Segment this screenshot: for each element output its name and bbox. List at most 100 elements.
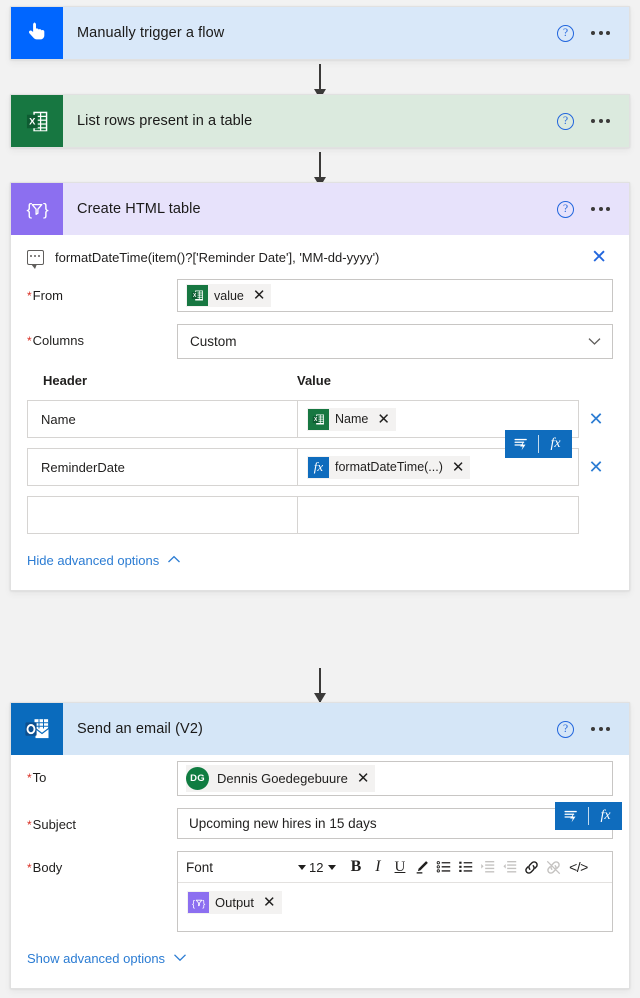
bullet-list-icon[interactable] (433, 855, 454, 880)
more-options-icon[interactable] (588, 721, 613, 737)
more-options-icon[interactable] (588, 201, 613, 217)
card-header-actions: ? (557, 112, 629, 130)
body-editor-wrapper[interactable]: Font 12 B I U </> {} Output ✕ (177, 851, 613, 932)
svg-text:}: } (43, 200, 49, 219)
required-asterisk: * (27, 334, 32, 348)
hide-advanced-options-link[interactable]: Hide advanced options (27, 553, 181, 568)
svg-text:X: X (29, 116, 36, 127)
indent-decrease-icon[interactable] (499, 855, 520, 880)
chevron-down-icon[interactable] (588, 336, 601, 348)
highlight-pen-icon[interactable] (411, 855, 432, 880)
from-input[interactable]: X value ✕ (177, 279, 613, 312)
flow-step-card-create-html-table[interactable]: { } Create HTML table ? formatDateTime(i… (10, 182, 630, 591)
to-input-wrapper[interactable]: DG Dennis Goedegebuure ✕ (177, 761, 613, 796)
field-subject: *Subject Upcoming new hires in 15 days f… (27, 802, 622, 839)
field-columns: *Columns Custom (27, 324, 613, 359)
indent-increase-icon[interactable] (477, 855, 498, 880)
remove-token-icon[interactable]: ✕ (250, 288, 269, 303)
advanced-options-label: Show advanced options (27, 951, 166, 966)
subject-input[interactable]: Upcoming new hires in 15 days (177, 808, 613, 839)
flow-step-card-trigger[interactable]: Manually trigger a flow ? (10, 6, 630, 60)
remove-token-icon[interactable]: ✕ (374, 411, 393, 427)
remove-recipient-icon[interactable]: ✕ (354, 771, 373, 786)
flow-step-card-list-rows[interactable]: X List rows present in a table ? (10, 94, 630, 148)
card-title: Create HTML table (77, 201, 201, 217)
italic-button[interactable]: I (367, 855, 388, 880)
dynamic-content-icon[interactable] (555, 802, 588, 830)
font-size-select[interactable]: 12 (309, 859, 337, 875)
close-icon[interactable]: ✕ (587, 246, 611, 269)
delete-row-icon[interactable]: ✕ (579, 448, 613, 486)
columns-select[interactable]: Custom (177, 324, 613, 359)
more-options-icon[interactable] (588, 113, 613, 129)
grid-cell-header-input[interactable]: Name (27, 400, 297, 438)
card-header[interactable]: Manually trigger a flow ? (11, 7, 629, 59)
expression-fx-icon[interactable]: fx (539, 430, 572, 458)
columns-select-wrapper[interactable]: Custom (177, 324, 613, 359)
chevron-down-icon (328, 864, 337, 870)
flow-step-card-send-email[interactable]: Send an email (V2) ? *To DG Dennis Goede… (10, 702, 630, 989)
excel-icon: X (308, 408, 329, 430)
remove-token-icon[interactable]: ✕ (449, 459, 468, 475)
recipient-token[interactable]: DG Dennis Goedegebuure ✕ (186, 765, 376, 792)
show-advanced-options-link[interactable]: Show advanced options (27, 951, 187, 966)
token-label: Output (215, 895, 255, 910)
link-icon[interactable] (521, 855, 542, 880)
body-content-area[interactable]: { } Output ✕ (178, 883, 612, 931)
bold-button[interactable]: B (345, 855, 366, 880)
rich-text-editor[interactable]: Font 12 B I U </> {} Output ✕ (177, 851, 613, 932)
expression-fx-icon[interactable]: fx (589, 802, 622, 830)
table-row: Name X Name ✕ ✕ fx (27, 400, 613, 458)
flow-designer-canvas: Manually trigger a flow ? X List rows pr… (0, 0, 640, 998)
chevron-up-icon (167, 554, 181, 567)
field-from: *From X value ✕ (27, 279, 613, 312)
token-value[interactable]: X value ✕ (186, 284, 272, 307)
dynamic-content-toolbar[interactable]: fx (505, 430, 572, 458)
dynamic-content-icon[interactable] (505, 430, 538, 458)
underline-button[interactable]: U (389, 855, 410, 880)
delete-row-placeholder (579, 496, 613, 534)
token-formatdatetime[interactable]: fx formatDateTime(...) ✕ (307, 455, 471, 479)
card-header[interactable]: { } Create HTML table ? (11, 183, 629, 235)
expression-preview-row[interactable]: formatDateTime(item()?['Reminder Date'],… (27, 235, 613, 279)
grid-cell-header-input[interactable] (27, 496, 297, 534)
numbered-list-icon[interactable] (455, 855, 476, 880)
font-family-select[interactable]: Font (186, 860, 306, 875)
help-icon[interactable]: ? (557, 24, 574, 42)
help-icon[interactable]: ? (557, 720, 574, 738)
delete-row-icon[interactable]: ✕ (579, 400, 613, 438)
to-input[interactable]: DG Dennis Goedegebuure ✕ (177, 761, 613, 796)
card-header[interactable]: Send an email (V2) ? (11, 703, 629, 755)
grid-cell-header-input[interactable]: ReminderDate (27, 448, 297, 486)
avatar: DG (186, 767, 209, 790)
card-title: Manually trigger a flow (77, 25, 225, 41)
subject-input-wrapper[interactable]: Upcoming new hires in 15 days fx (177, 802, 622, 839)
token-name[interactable]: X Name ✕ (307, 407, 396, 431)
field-label-to: *To (27, 770, 47, 785)
code-view-button[interactable]: </> (565, 855, 591, 880)
field-label-subject: *Subject (27, 817, 77, 832)
excel-icon: X (11, 95, 63, 147)
remove-token-icon[interactable]: ✕ (260, 895, 279, 910)
unlink-icon[interactable] (543, 855, 564, 880)
help-icon[interactable]: ? (557, 200, 574, 218)
card-header[interactable]: X List rows present in a table ? (11, 95, 629, 147)
comment-icon (27, 249, 44, 269)
help-icon[interactable]: ? (557, 112, 574, 130)
more-options-icon[interactable] (588, 25, 613, 41)
required-asterisk: * (27, 289, 32, 303)
create-html-table-body: formatDateTime(item()?['Reminder Date'],… (11, 235, 629, 590)
dynamic-content-toolbar[interactable]: fx (555, 802, 622, 830)
from-input-wrapper[interactable]: X value ✕ (177, 279, 613, 312)
grid-column-headers: Header Value (27, 373, 613, 388)
font-size-value: 12 (309, 859, 324, 875)
token-output[interactable]: { } Output ✕ (187, 891, 282, 914)
grid-cell-value-input[interactable] (297, 496, 579, 534)
grid-header-header: Header (43, 373, 88, 388)
connector-arrow-3 (313, 668, 326, 703)
token-label: formatDateTime(...) (335, 460, 443, 474)
svg-text:{: { (27, 200, 33, 219)
font-family-value: Font (186, 859, 214, 875)
required-asterisk: * (27, 861, 32, 875)
outlook-icon (11, 703, 63, 755)
